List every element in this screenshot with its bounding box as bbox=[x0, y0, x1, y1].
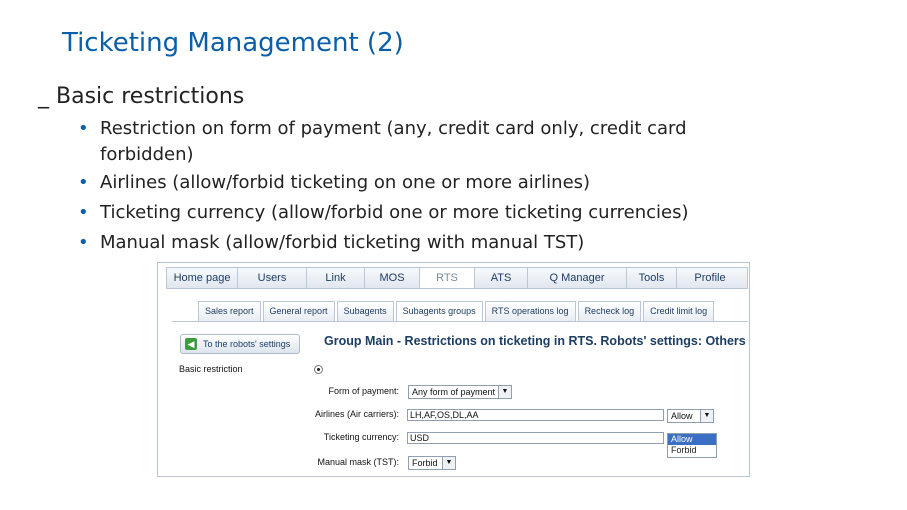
form-of-payment-value: Any form of payment bbox=[412, 387, 496, 397]
ticketing-currency-dropdown: Allow Forbid bbox=[667, 433, 717, 458]
manual-mask-select[interactable]: Forbid ▼ bbox=[408, 456, 456, 470]
nav-tab-link[interactable]: Link bbox=[307, 268, 365, 288]
basic-restriction-radio[interactable] bbox=[314, 365, 323, 374]
tab-general-report[interactable]: General report bbox=[262, 301, 335, 321]
to-robots-settings-button[interactable]: ◀ To the robots' settings bbox=[180, 334, 300, 354]
form-of-payment-select[interactable]: Any form of payment ▼ bbox=[408, 385, 512, 399]
chevron-down-icon: ▼ bbox=[700, 410, 713, 422]
nav-tab-home-page[interactable]: Home page bbox=[167, 268, 238, 288]
nav-tab-profile[interactable]: Profile bbox=[677, 268, 743, 288]
chevron-down-icon: ▼ bbox=[442, 457, 455, 469]
bullet-icon: • bbox=[78, 172, 89, 193]
bullet-icon: • bbox=[78, 202, 89, 223]
bullet-list: • Restriction on form of payment (any, cr… bbox=[78, 116, 778, 258]
dropdown-option-allow[interactable]: Allow bbox=[668, 434, 716, 445]
tab-sales-report[interactable]: Sales report bbox=[198, 301, 261, 321]
back-button-label: To the robots' settings bbox=[203, 339, 291, 349]
airlines-mode-select[interactable]: Allow ▼ bbox=[667, 409, 714, 423]
bullet-text: Airlines (allow/forbid ticketing on one … bbox=[100, 172, 591, 193]
chevron-down-icon: ▼ bbox=[498, 386, 511, 398]
basic-restriction-label: Basic restriction bbox=[179, 364, 243, 374]
airlines-label: Airlines (Air carriers): bbox=[314, 409, 399, 419]
nav-tab-ats[interactable]: ATS bbox=[475, 268, 528, 288]
sub-tabs: Sales report General report Subagents Su… bbox=[198, 301, 716, 321]
tab-panel-divider bbox=[172, 321, 748, 322]
bullet-text: Manual mask (allow/forbid ticketing with… bbox=[100, 232, 585, 253]
nav-tab-rts[interactable]: RTS bbox=[420, 268, 475, 288]
tab-rts-operations-log[interactable]: RTS operations log bbox=[484, 301, 576, 321]
manual-mask-label: Manual mask (TST): bbox=[317, 457, 399, 467]
tab-subagents[interactable]: Subagents bbox=[336, 301, 394, 321]
bullet-item: • Ticketing currency (allow/forbid one or… bbox=[78, 198, 778, 228]
ticketing-currency-input[interactable]: USD bbox=[407, 432, 664, 444]
bullet-item: • Manual mask (allow/forbid ticketing wit… bbox=[78, 228, 778, 258]
bullet-item: • Airlines (allow/forbid ticketing on one… bbox=[78, 168, 778, 198]
bullet-text: Ticketing currency (allow/forbid one or … bbox=[100, 202, 689, 223]
bullet-icon: • bbox=[78, 232, 89, 253]
slide-subhead: _ Basic restrictions bbox=[38, 84, 245, 109]
tab-subagents-groups[interactable]: Subagents groups bbox=[395, 301, 483, 321]
bullet-text: Restriction on form of payment (any, cre… bbox=[100, 118, 687, 165]
top-navigation: Home page Users Link MOS RTS ATS Q Manag… bbox=[166, 267, 748, 289]
bullet-icon: • bbox=[78, 118, 89, 139]
tab-credit-limit-log[interactable]: Credit limit log bbox=[643, 301, 715, 321]
app-screenshot: Home page Users Link MOS RTS ATS Q Manag… bbox=[157, 262, 750, 477]
airlines-mode-value: Allow bbox=[671, 411, 693, 421]
slide-title: Ticketing Management (2) bbox=[62, 28, 404, 58]
manual-mask-value: Forbid bbox=[412, 458, 438, 468]
bullet-item: • Restriction on form of payment (any, cr… bbox=[78, 116, 778, 168]
airlines-input[interactable]: LH,AF,OS,DL,AA bbox=[407, 409, 664, 421]
form-of-payment-label: Form of payment: bbox=[328, 386, 399, 396]
back-arrow-icon: ◀ bbox=[185, 338, 197, 350]
tab-recheck-log[interactable]: Recheck log bbox=[577, 301, 642, 321]
page-heading: Group Main - Restrictions on ticketing i… bbox=[324, 334, 746, 348]
dropdown-option-forbid[interactable]: Forbid bbox=[668, 445, 716, 456]
nav-tab-tools[interactable]: Tools bbox=[627, 268, 677, 288]
ticketing-currency-label: Ticketing currency: bbox=[323, 432, 399, 442]
nav-tab-users[interactable]: Users bbox=[238, 268, 307, 288]
nav-tab-q-manager[interactable]: Q Manager bbox=[528, 268, 627, 288]
nav-tab-mos[interactable]: MOS bbox=[365, 268, 420, 288]
